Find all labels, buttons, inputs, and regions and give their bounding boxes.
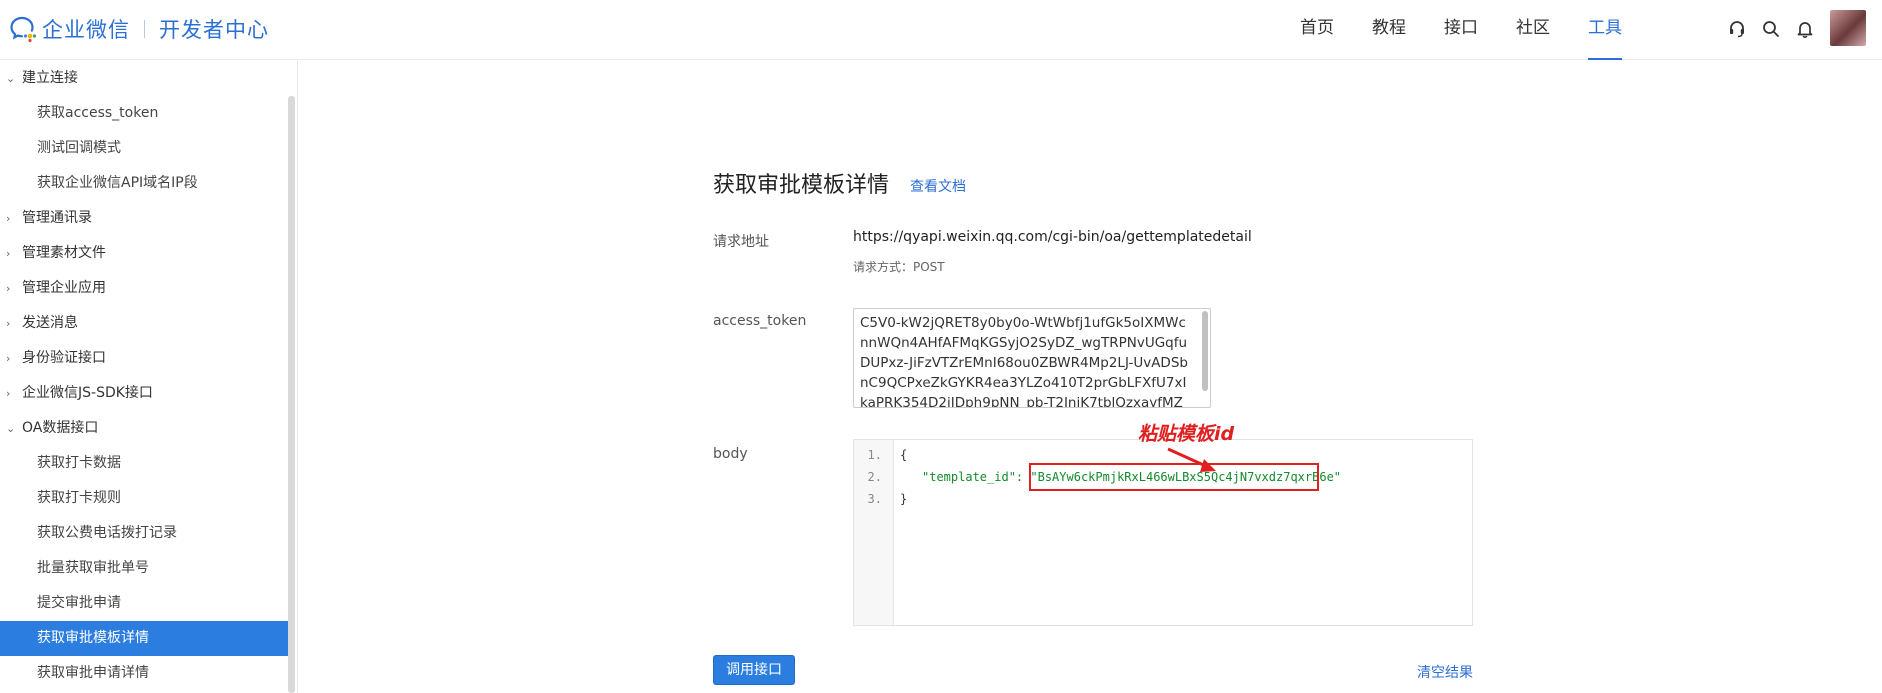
sidebar-group-media[interactable]: › 管理素材文件: [0, 236, 289, 271]
view-docs-link[interactable]: 查看文档: [910, 176, 966, 196]
header-tools: [1720, 14, 1822, 44]
sidebar-group-apps[interactable]: › 管理企业应用: [0, 271, 289, 306]
clear-results-button[interactable]: 清空结果: [1417, 662, 1473, 682]
sidebar-group-oa[interactable]: ⌄ OA数据接口: [0, 411, 289, 446]
chevron-down-icon: ⌄: [6, 72, 16, 85]
chevron-right-icon: ›: [6, 212, 11, 225]
sidebar-item-label: 提交审批申请: [37, 595, 121, 611]
sidebar-item-label: 身份验证接口: [22, 350, 106, 366]
sidebar-item-submit-approval[interactable]: 提交审批申请: [0, 586, 289, 621]
sidebar-item-template-detail[interactable]: 获取审批模板详情: [0, 621, 289, 656]
line-number: 2.: [867, 470, 882, 484]
sidebar-item-label: 发送消息: [22, 315, 78, 331]
sidebar-item-access-token[interactable]: 获取access_token: [0, 96, 289, 131]
sidebar-item-approval-numbers[interactable]: 批量获取审批单号: [0, 551, 289, 586]
nav-tutorial[interactable]: 教程: [1372, 0, 1406, 60]
chevron-right-icon: ›: [6, 282, 11, 295]
line-number: 1.: [867, 448, 882, 462]
sidebar-item-checkin-rules[interactable]: 获取打卡规则: [0, 481, 289, 516]
sidebar-item-label: 获取审批申请详情: [37, 665, 149, 681]
top-bar: 企业微信 开发者中心 首页 教程 接口 社区 工具: [0, 0, 1882, 60]
brand[interactable]: 企业微信 开发者中心: [8, 14, 269, 44]
chevron-right-icon: ›: [6, 352, 11, 365]
sidebar-item-label: 获取公费电话拨打记录: [37, 525, 177, 541]
brand-divider: [144, 20, 145, 38]
request-method: 请求方式：POST: [853, 260, 945, 274]
chevron-right-icon: ›: [6, 387, 11, 400]
sidebar-scrollbar[interactable]: [288, 96, 295, 693]
sidebar-item-label: 批量获取审批单号: [37, 560, 149, 576]
nav-tools[interactable]: 工具: [1588, 0, 1622, 60]
sidebar-group-connection[interactable]: ⌄ 建立连接: [0, 61, 289, 96]
request-url: https://qyapi.weixin.qq.com/cgi-bin/oa/g…: [853, 229, 1252, 245]
code-line: {: [900, 448, 908, 462]
sidebar-item-label: 测试回调模式: [37, 140, 121, 156]
access-token-value: C5V0-kW2jQRET8y0by0o-WtWbfj1ufGk5oIXMWcn…: [860, 315, 1188, 408]
sidebar-item-label: 管理企业应用: [22, 280, 106, 296]
sidebar-item-api-ip[interactable]: 获取企业微信API域名IP段: [0, 166, 289, 201]
main-content: 获取审批模板详情 查看文档 请求地址 https://qyapi.weixin.…: [298, 61, 1882, 693]
brand-name: 企业微信: [42, 18, 130, 42]
line-number: 3.: [867, 492, 882, 506]
sidebar-group-jssdk[interactable]: › 企业微信JS-SDK接口: [0, 376, 289, 411]
bell-icon[interactable]: [1788, 14, 1822, 44]
brand-subtitle: 开发者中心: [159, 18, 269, 42]
sidebar-item-approval-detail[interactable]: 获取审批申请详情: [0, 656, 289, 691]
sidebar-item-label: 获取审批模板详情: [37, 630, 149, 646]
sidebar-item-checkin-data[interactable]: 获取打卡数据: [0, 446, 289, 481]
call-api-button[interactable]: 调用接口: [713, 655, 795, 685]
sidebar-group-contacts[interactable]: › 管理通讯录: [0, 201, 289, 236]
annotation-arrow-icon: [1167, 447, 1216, 472]
chevron-down-icon: ⌄: [6, 422, 16, 435]
avatar[interactable]: [1830, 10, 1866, 46]
access-token-label: access_token: [713, 313, 807, 329]
access-token-scrollbar[interactable]: [1202, 311, 1208, 391]
line-number-gutter: 1. 2. 3.: [854, 440, 894, 625]
nav-home[interactable]: 首页: [1300, 0, 1334, 60]
sidebar: ⌄ 建立连接 获取access_token 测试回调模式 获取企业微信API域名…: [0, 61, 298, 693]
sidebar-item-phone-records[interactable]: 获取公费电话拨打记录: [0, 516, 289, 551]
body-label: body: [713, 446, 748, 462]
access-token-input[interactable]: C5V0-kW2jQRET8y0by0o-WtWbfj1ufGk5oIXMWcn…: [853, 308, 1211, 408]
chevron-right-icon: ›: [6, 247, 11, 260]
sidebar-item-label: 获取打卡数据: [37, 455, 121, 471]
nav-api[interactable]: 接口: [1444, 0, 1478, 60]
sidebar-item-label: 获取企业微信API域名IP段: [37, 175, 198, 191]
paste-template-id-annotation: 粘贴模板id: [1138, 423, 1235, 445]
sidebar-item-label: 企业微信JS-SDK接口: [22, 385, 153, 401]
sidebar-group-messages[interactable]: › 发送消息: [0, 306, 289, 341]
nav-community[interactable]: 社区: [1516, 0, 1550, 60]
chevron-right-icon: ›: [6, 317, 11, 330]
sidebar-item-label: 管理通讯录: [22, 210, 92, 226]
main-nav: 首页 教程 接口 社区 工具: [1300, 0, 1660, 60]
sidebar-item-label: 获取access_token: [37, 105, 159, 121]
sidebar-group-auth[interactable]: › 身份验证接口: [0, 341, 289, 376]
search-icon[interactable]: [1754, 14, 1788, 44]
page-title: 获取审批模板详情: [713, 173, 890, 198]
sidebar-item-callback-test[interactable]: 测试回调模式: [0, 131, 289, 166]
sidebar-item-label: 获取打卡规则: [37, 490, 121, 506]
code-line: }: [900, 492, 908, 506]
headset-icon[interactable]: [1720, 14, 1754, 44]
sidebar-item-label: 建立连接: [22, 70, 78, 86]
sidebar-item-label: OA数据接口: [22, 420, 99, 436]
request-url-label: 请求地址: [713, 234, 769, 250]
wecom-logo-icon: [10, 16, 37, 43]
sidebar-item-label: 管理素材文件: [22, 245, 106, 261]
